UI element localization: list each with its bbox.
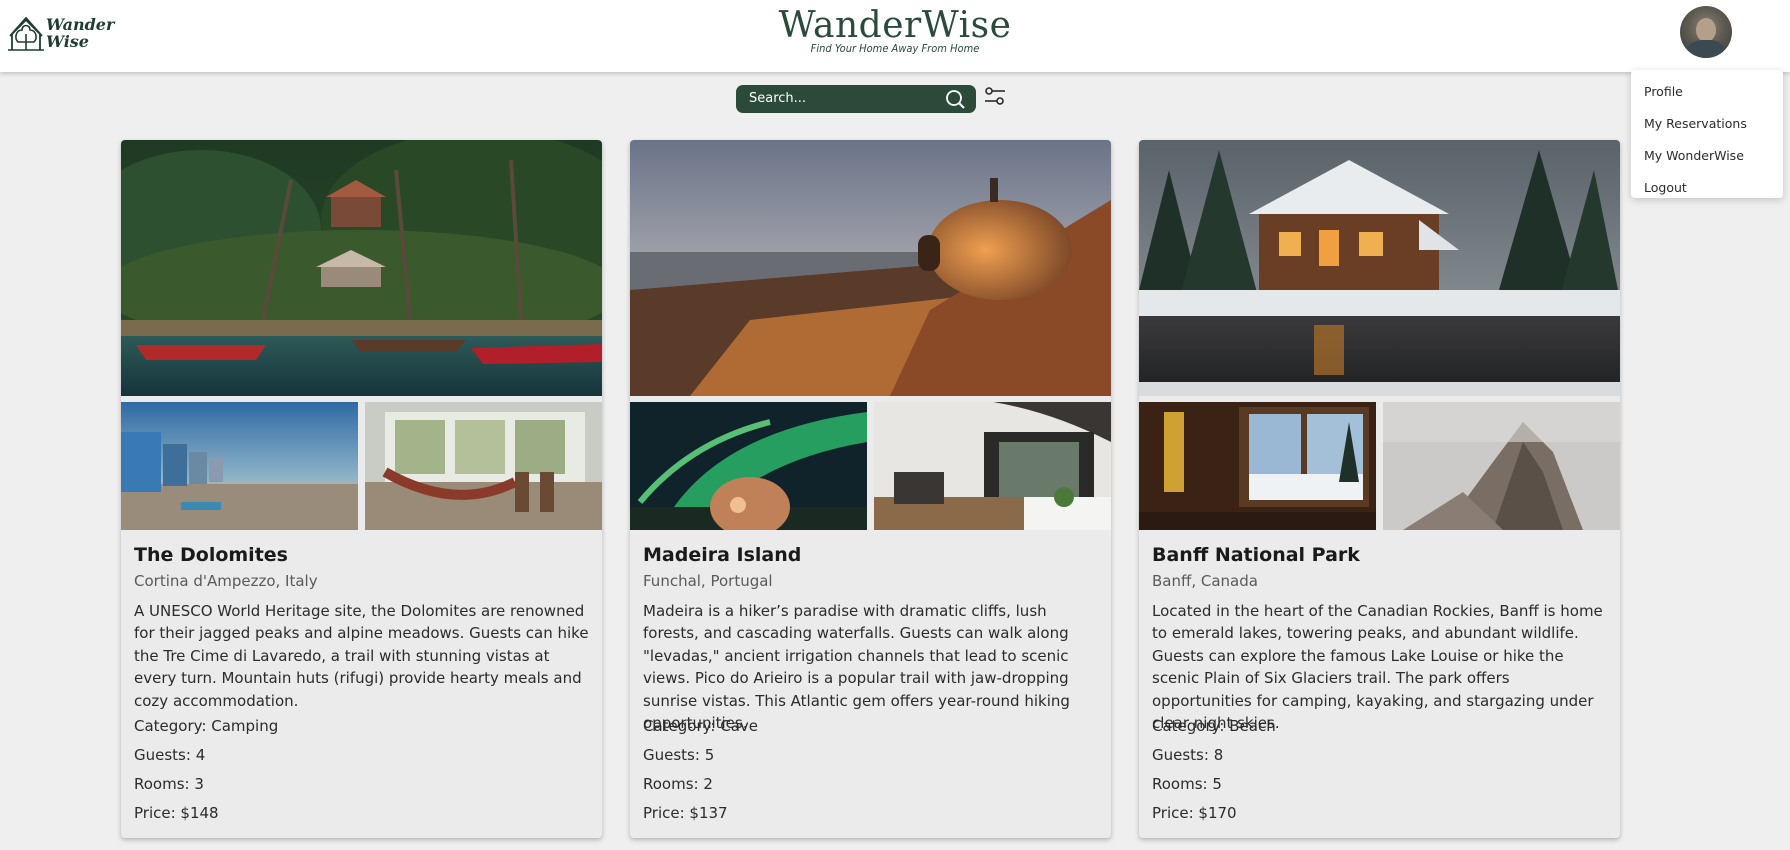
search-input[interactable]: Search... [749,91,806,106]
listing-photo-aurora-dome[interactable] [630,402,867,530]
listing-title[interactable]: Madeira Island [643,544,1103,570]
top-header: Wander Wise WanderWise Find Your Home Aw… [0,0,1790,72]
listing-location: Banff, Canada [1152,572,1258,590]
menu-item-logout[interactable]: Logout [1631,172,1783,204]
brand: WanderWise Find Your Home Away From Home [0,5,1790,56]
listing-description: A UNESCO World Heritage site, the Dolomi… [134,602,589,710]
menu-item-profile[interactable]: Profile [1631,76,1783,108]
search-bar[interactable]: Search... [736,85,976,113]
menu-item-my-wonderwise[interactable]: My WonderWise [1631,140,1783,172]
listing-guests: Guests: 4 [134,746,206,764]
listing-category: Category: Beach [1152,717,1276,735]
listing-title[interactable]: Banff National Park [1152,544,1612,570]
listing-photo-rock-peak[interactable] [1383,402,1620,530]
avatar-face [1696,18,1716,42]
listing-location: Cortina d'Ampezzo, Italy [134,572,318,590]
listing-details: Banff National Park Banff, Canada Locate… [1152,544,1612,828]
listing-category: Category: Camping [134,717,279,735]
avatar-body [1688,40,1724,58]
listing-main-photo[interactable] [121,140,602,396]
listing-card[interactable]: Madeira Island Funchal, Portugal Madeira… [630,140,1111,838]
listing-rooms: Rooms: 2 [643,775,713,793]
listing-main-photo[interactable] [630,140,1111,396]
listing-photo-hammock-room[interactable] [365,402,602,530]
listing-main-photo[interactable] [1139,140,1620,396]
listing-card[interactable]: The Dolomites Cortina d'Ampezzo, Italy A… [121,140,602,838]
listing-title[interactable]: The Dolomites [134,544,594,570]
filter-sliders-icon[interactable] [984,86,1006,108]
listing-price: Price: $148 [134,804,219,822]
listing-guests: Guests: 8 [1152,746,1224,764]
listing-category: Category: Cave [643,717,759,735]
listing-details: Madeira Island Funchal, Portugal Madeira… [643,544,1103,828]
listing-description: Located in the heart of the Canadian Roc… [1152,602,1603,733]
listing-description: Madeira is a hiker’s paradise with drama… [643,602,1070,733]
user-avatar[interactable] [1680,6,1732,58]
brand-tagline: Find Your Home Away From Home [810,42,980,55]
listing-rooms: Rooms: 3 [134,775,204,793]
listing-guests: Guests: 5 [643,746,715,764]
listing-rooms: Rooms: 5 [1152,775,1222,793]
listing-price: Price: $170 [1152,804,1237,822]
listing-card[interactable]: Banff National Park Banff, Canada Locate… [1139,140,1620,838]
menu-item-my-reservations[interactable]: My Reservations [1631,108,1783,140]
listing-photo-beach-huts[interactable] [121,402,358,530]
listing-photo-cabin-window[interactable] [1139,402,1376,530]
brand-title: WanderWise [778,5,1012,46]
listing-details: The Dolomites Cortina d'Ampezzo, Italy A… [134,544,594,828]
listing-photo-dome-interior[interactable] [874,402,1111,530]
user-menu-dropdown: Profile My Reservations My WonderWise Lo… [1631,70,1783,198]
search-icon[interactable] [944,88,966,110]
listing-price: Price: $137 [643,804,728,822]
listing-location: Funchal, Portugal [643,572,773,590]
